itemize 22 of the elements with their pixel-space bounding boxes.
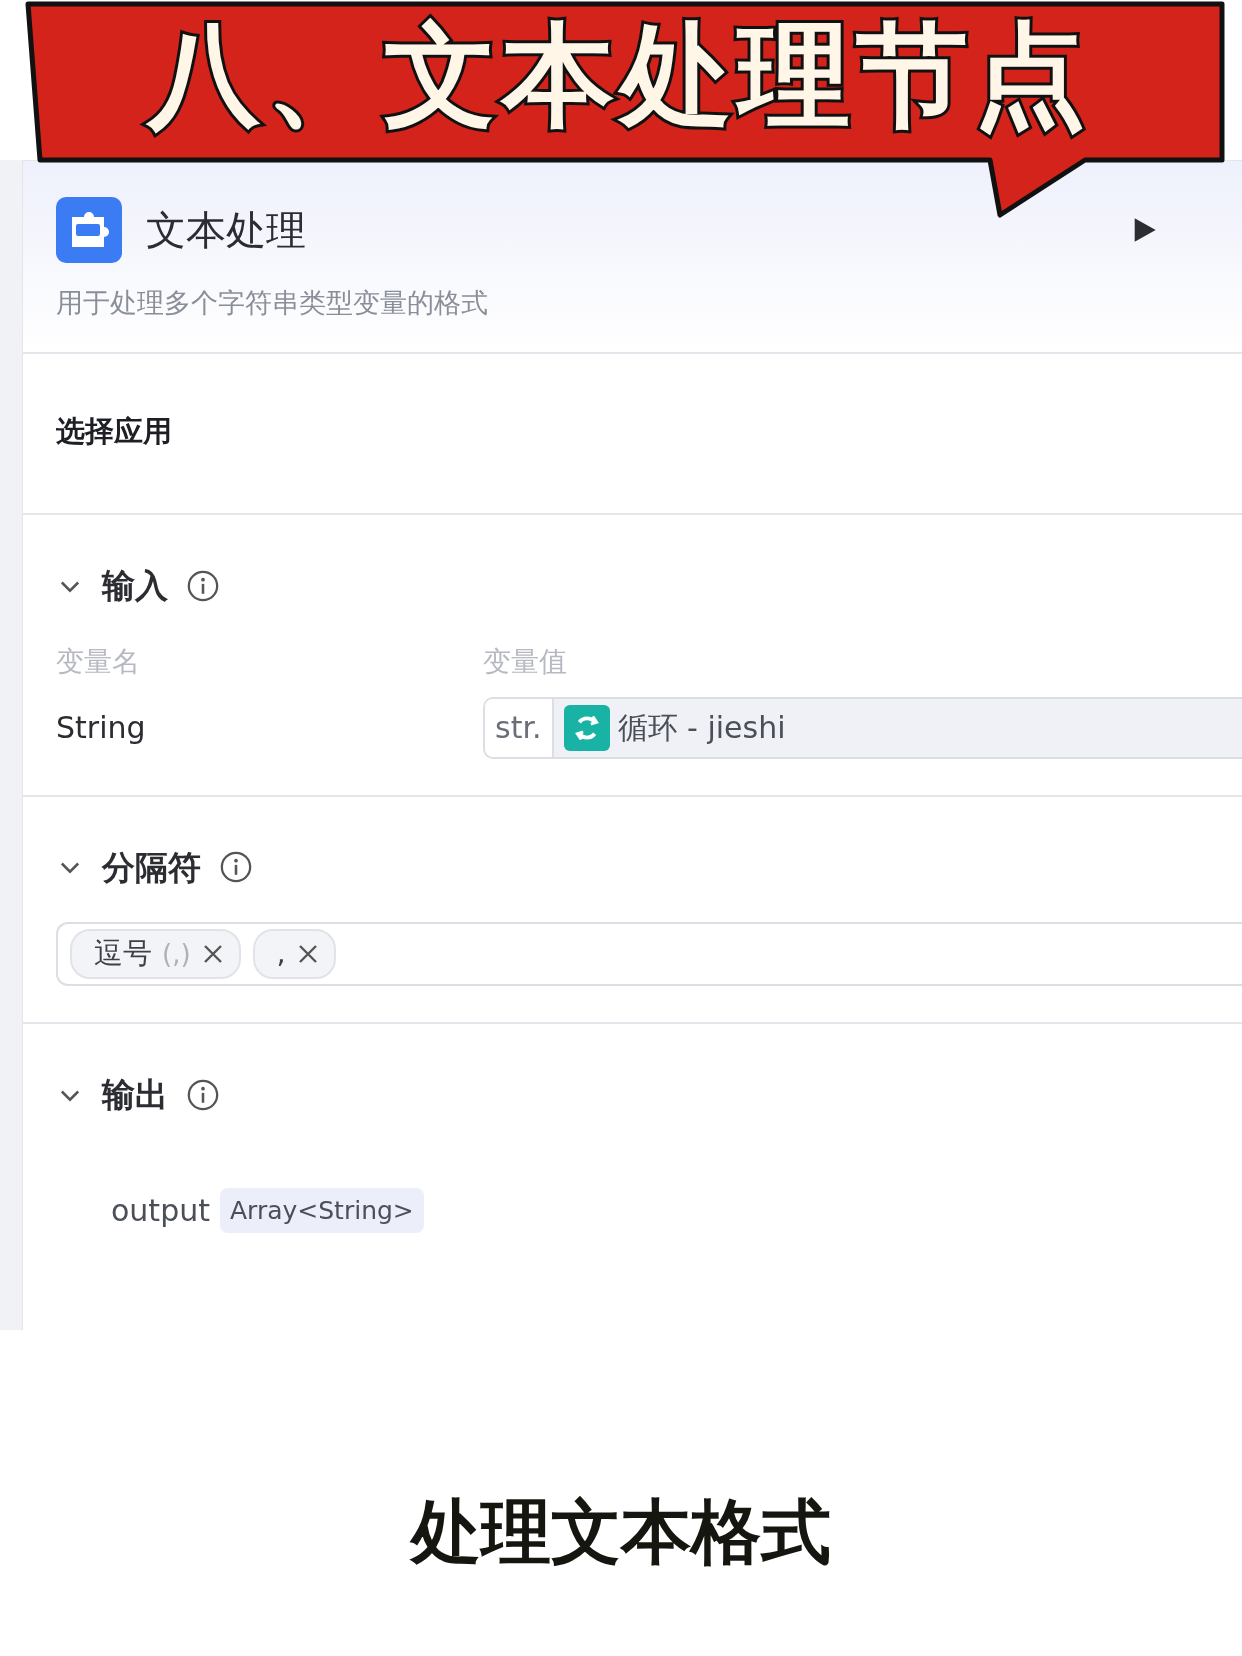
separator-tag[interactable]: , xyxy=(252,929,336,979)
info-icon[interactable] xyxy=(186,1077,220,1112)
loop-icon xyxy=(563,704,610,751)
output-type: Array<String> xyxy=(219,1187,424,1233)
info-icon[interactable] xyxy=(186,568,220,603)
output-name: output xyxy=(111,1191,210,1230)
info-icon[interactable] xyxy=(219,850,253,885)
banner-title: 八、文本处理节点 xyxy=(145,14,1093,136)
node-type-icon xyxy=(56,197,122,263)
section-title: 输入 xyxy=(102,565,168,607)
column-header: 变量名 xyxy=(56,644,140,678)
section-title: 分隔符 xyxy=(102,846,201,889)
node-title: 文本处理 xyxy=(146,206,306,255)
section-title: 输出 xyxy=(102,1074,168,1116)
column-header: 变量值 xyxy=(483,644,567,678)
select-app-label: 选择应用 xyxy=(56,412,173,450)
separator-field[interactable]: 逗号 (,) , xyxy=(56,922,1242,986)
variable-value-field[interactable]: str. 循环 - jieshi xyxy=(483,696,1242,759)
caption: 处理文本格式 xyxy=(408,1490,832,1575)
separator-tag[interactable]: 逗号 (,) xyxy=(70,929,241,979)
variable-name: String xyxy=(56,710,146,745)
node-description: 用于处理多个字符串类型变量的格式 xyxy=(56,286,489,320)
